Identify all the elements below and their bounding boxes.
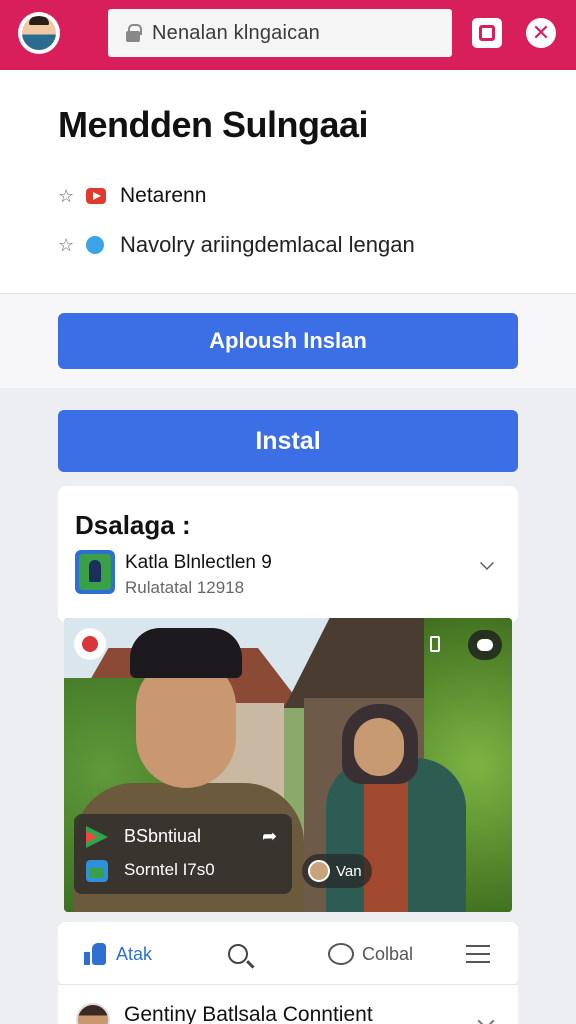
action-bar: Atak Colbal bbox=[58, 922, 518, 986]
upload-install-button[interactable]: Aploush Inslan bbox=[58, 313, 518, 369]
thumbs-up-icon bbox=[84, 943, 106, 965]
share-arrow-icon[interactable]: ➦ bbox=[262, 826, 277, 847]
app-logo-icon bbox=[75, 550, 115, 594]
comment-label: Colbal bbox=[362, 943, 414, 964]
overlay-line-1: BSbntiual bbox=[124, 826, 202, 846]
search-button[interactable] bbox=[228, 922, 248, 986]
play-store-icon bbox=[86, 826, 108, 848]
address-bar[interactable]: Nenalan klngaican bbox=[108, 9, 452, 57]
close-button[interactable]: ✕ bbox=[526, 18, 556, 48]
app-thumbnail-icon bbox=[86, 860, 108, 882]
phone-icon[interactable] bbox=[430, 636, 440, 652]
chevron-down-icon[interactable] bbox=[480, 556, 494, 570]
user-avatar bbox=[308, 860, 330, 882]
like-button[interactable]: Atak bbox=[84, 922, 152, 986]
record-icon[interactable] bbox=[74, 628, 106, 660]
menu-button[interactable] bbox=[466, 922, 490, 986]
star-icon: ☆ bbox=[58, 234, 75, 255]
page-title: Mendden Sulngaai bbox=[58, 104, 369, 145]
like-label: Atak bbox=[116, 943, 153, 964]
meta-row-description: ☆ Navolry ariingdemlacal lengan bbox=[58, 232, 415, 258]
profile-avatar[interactable] bbox=[18, 12, 60, 54]
video-icon bbox=[86, 188, 106, 204]
record-dot bbox=[82, 636, 98, 652]
user-pill-label: Van bbox=[336, 862, 362, 880]
description-text: Navolry ariingdemlacal lengan bbox=[120, 232, 415, 257]
app-name: Katla Blnlectlen 9 bbox=[125, 552, 272, 573]
meta-row-channel: ☆ Netarenn bbox=[58, 184, 206, 208]
comment-button[interactable]: Colbal bbox=[328, 922, 413, 986]
app-overlay-panel[interactable]: BSbntiual ➦ Sorntel I7s0 bbox=[74, 814, 292, 894]
menu-icon bbox=[466, 945, 490, 963]
next-post-card[interactable]: Gentiny Batlsala Conntient bbox=[58, 984, 518, 1024]
app-card-title: Dsalaga : bbox=[75, 510, 191, 540]
controller-shape bbox=[477, 639, 493, 651]
chevron-down-icon[interactable] bbox=[477, 1012, 495, 1024]
app-card: Dsalaga : Katla Blnlectlen 9 Rulatatal 1… bbox=[58, 486, 518, 622]
browser-toolbar: Nenalan klngaican ✕ bbox=[0, 0, 576, 70]
install-button[interactable]: Instal bbox=[58, 410, 518, 472]
page-header: Mendden Sulngaai ☆ Netarenn ☆ Navolry ar… bbox=[0, 70, 576, 294]
star-icon: ☆ bbox=[58, 185, 75, 206]
avatar-image bbox=[22, 16, 56, 50]
comment-icon bbox=[328, 943, 354, 965]
lock-icon bbox=[126, 24, 142, 42]
close-icon: ✕ bbox=[531, 20, 551, 45]
search-icon bbox=[228, 944, 248, 964]
post-title: Gentiny Batlsala Conntient bbox=[124, 1003, 373, 1024]
user-pill[interactable]: Van bbox=[302, 854, 372, 888]
tabs-icon bbox=[479, 25, 495, 41]
photo-woman-face bbox=[354, 718, 404, 776]
photo-woman-sash bbox=[364, 768, 408, 912]
tabs-button[interactable] bbox=[472, 18, 502, 48]
bird-icon bbox=[86, 236, 104, 254]
channel-name: Netarenn bbox=[120, 184, 207, 207]
overlay-line-2: Sorntel I7s0 bbox=[124, 860, 215, 879]
app-subtitle: Rulatatal 12918 bbox=[125, 578, 245, 597]
address-text: Nenalan klngaican bbox=[152, 21, 320, 44]
controller-icon[interactable] bbox=[468, 630, 502, 660]
photo-man-cap bbox=[130, 628, 242, 678]
post-author-avatar bbox=[76, 1003, 110, 1024]
post-photo[interactable]: BSbntiual ➦ Sorntel I7s0 Van bbox=[64, 618, 512, 912]
